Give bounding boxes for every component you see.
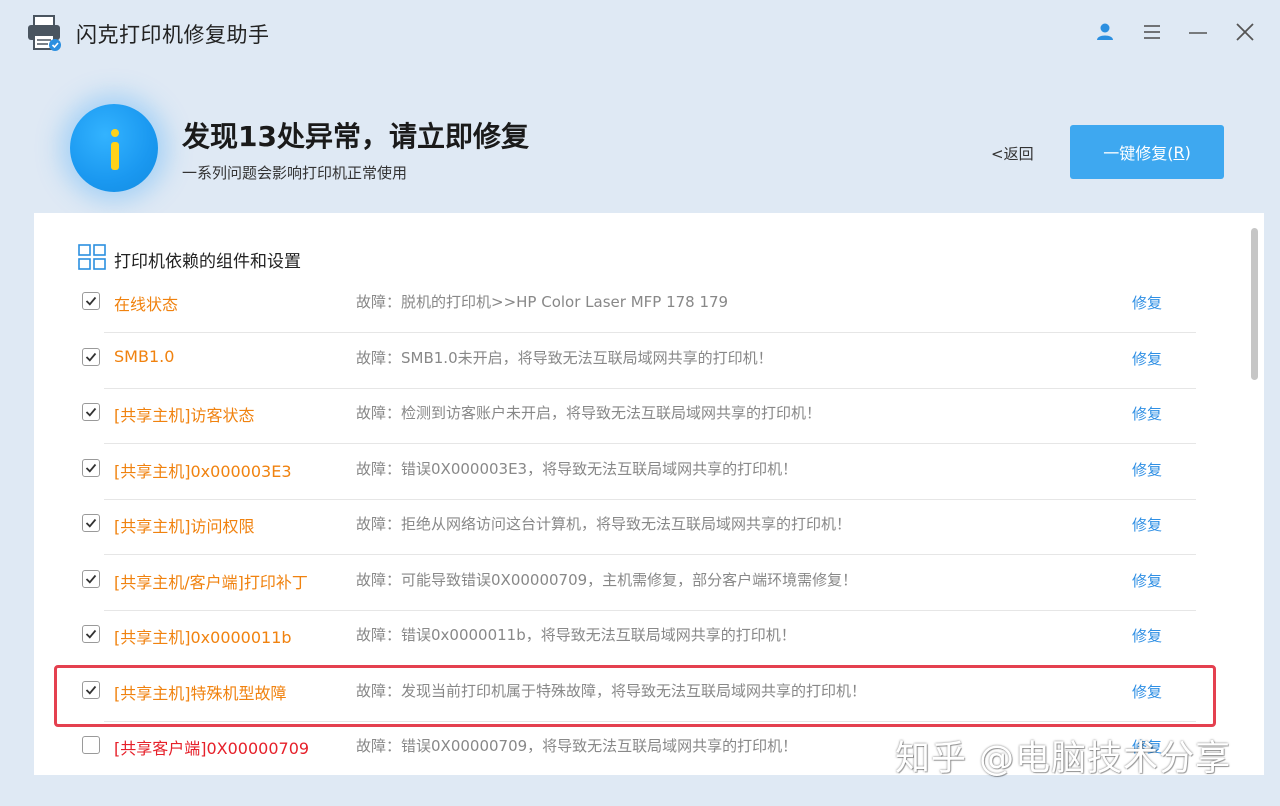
- fix-all-label: 一键修复(: [1103, 144, 1174, 163]
- section-header: 打印机依赖的组件和设置: [78, 244, 301, 274]
- issue-fault: 故障：脱机的打印机>>HP Color Laser MFP 178 179: [356, 293, 729, 311]
- title-bar: 闪克打印机修复助手: [0, 0, 1280, 66]
- issue-checkbox[interactable]: [82, 403, 100, 421]
- issue-fault: 故障：错误0X000003E3，将导致无法互联局域网共享的打印机！: [356, 459, 798, 478]
- issue-name: [共享主机/客户端]打印补丁: [114, 572, 308, 592]
- fix-all-shortcut: R: [1173, 142, 1185, 162]
- info-icon: [70, 104, 158, 192]
- issue-row: [共享主机]0x0000011b 故障：错误0x0000011b，将导致无法互联局…: [80, 611, 1196, 666]
- fix-link[interactable]: 修复: [1132, 514, 1162, 535]
- issue-name: [共享主机]0x000003E3: [114, 461, 292, 481]
- issue-name: [共享客户端]0X00000709: [114, 739, 310, 758]
- section-title: 打印机依赖的组件和设置: [114, 251, 301, 272]
- check-icon: [85, 407, 97, 417]
- issue-row: [共享主机]访问权限 故障：拒绝从网络访问这台计算机，将导致无法互联局域网共享的打…: [80, 500, 1196, 555]
- fix-all-label-close: ): [1184, 142, 1191, 162]
- issue-row: [共享主机]访客状态 故障：检测到访客账户未开启，将导致无法互联局域网共享的打印机…: [80, 389, 1196, 444]
- menu-icon[interactable]: [1138, 18, 1166, 46]
- issue-fault: 故障：SMB1.0未开启，将导致无法互联局域网共享的打印机！: [356, 348, 773, 367]
- issue-row: [共享主机]0x000003E3 故障：错误0X000003E3，将导致无法互联局…: [80, 445, 1196, 500]
- fix-link[interactable]: 修复: [1132, 570, 1162, 591]
- issue-name: [共享主机]0x0000011b: [114, 628, 292, 647]
- page-title: 发现13处异常，请立即修复: [182, 120, 529, 153]
- printer-icon: [26, 14, 64, 52]
- issue-fault: 故障：检测到访客账户未开启，将导致无法互联局域网共享的打印机！: [356, 404, 822, 422]
- watermark: 知乎 @电脑技术分享: [895, 739, 1232, 779]
- issue-checkbox[interactable]: [82, 347, 100, 366]
- check-icon: [85, 518, 97, 528]
- issue-row: 在线状态 故障：脱机的打印机>>HP Color Laser MFP 178 17…: [80, 278, 1196, 333]
- issue-name: [共享主机]访问权限: [114, 517, 255, 536]
- issue-row: SMB1.0 故障：SMB1.0未开启，将导致无法互联局域网共享的打印机！ 修复: [80, 334, 1196, 389]
- grid-icon: [78, 244, 106, 274]
- check-icon: [85, 574, 97, 584]
- issue-checkbox[interactable]: [82, 569, 100, 588]
- issue-checkbox[interactable]: [82, 625, 100, 643]
- fix-link[interactable]: 修复: [1132, 292, 1162, 313]
- issue-checkbox[interactable]: [82, 514, 100, 532]
- scrollbar[interactable]: [1248, 213, 1264, 775]
- issue-checkbox[interactable]: [82, 292, 100, 310]
- scrollbar-thumb[interactable]: [1251, 228, 1258, 380]
- issue-name: 在线状态: [114, 295, 179, 314]
- issue-name: SMB1.0: [114, 346, 175, 366]
- highlight-box: [54, 665, 1216, 727]
- issue-fault: 故障：错误0X00000709，将导致无法互联局域网共享的打印机！: [356, 737, 798, 755]
- issue-fault: 故障：可能导致错误0X00000709，主机需修复，部分客户端环境需修复！: [356, 570, 858, 589]
- fix-link[interactable]: 修复: [1132, 348, 1162, 369]
- minimize-icon[interactable]: [1184, 18, 1212, 46]
- check-icon: [85, 629, 97, 639]
- back-link[interactable]: <返回: [991, 143, 1034, 164]
- close-icon[interactable]: [1231, 18, 1259, 46]
- issues-panel: 打印机依赖的组件和设置 在线状态 故障：脱机的打印机>>HP Color Lase…: [34, 213, 1264, 775]
- check-icon: [85, 296, 97, 306]
- fix-all-button[interactable]: 一键修复(R): [1070, 125, 1224, 179]
- page-subtitle: 一系列问题会影响打印机正常使用: [182, 164, 408, 182]
- check-icon: [85, 463, 97, 473]
- user-icon[interactable]: [1091, 18, 1119, 46]
- issue-fault: 故障：拒绝从网络访问这台计算机，将导致无法互联局域网共享的打印机！: [356, 515, 852, 533]
- fix-link[interactable]: 修复: [1132, 403, 1162, 424]
- check-icon: [85, 352, 97, 362]
- fix-link[interactable]: 修复: [1132, 459, 1162, 480]
- issue-fault: 故障：错误0x0000011b，将导致无法互联局域网共享的打印机！: [356, 626, 796, 644]
- issue-row: [共享主机/客户端]打印补丁 故障：可能导致错误0X00000709，主机需修复，…: [80, 556, 1196, 611]
- issue-name: [共享主机]访客状态: [114, 406, 255, 425]
- fix-link[interactable]: 修复: [1132, 625, 1162, 646]
- issue-checkbox[interactable]: [82, 736, 100, 754]
- issue-checkbox[interactable]: [82, 458, 100, 477]
- app-title: 闪克打印机修复助手: [76, 23, 270, 47]
